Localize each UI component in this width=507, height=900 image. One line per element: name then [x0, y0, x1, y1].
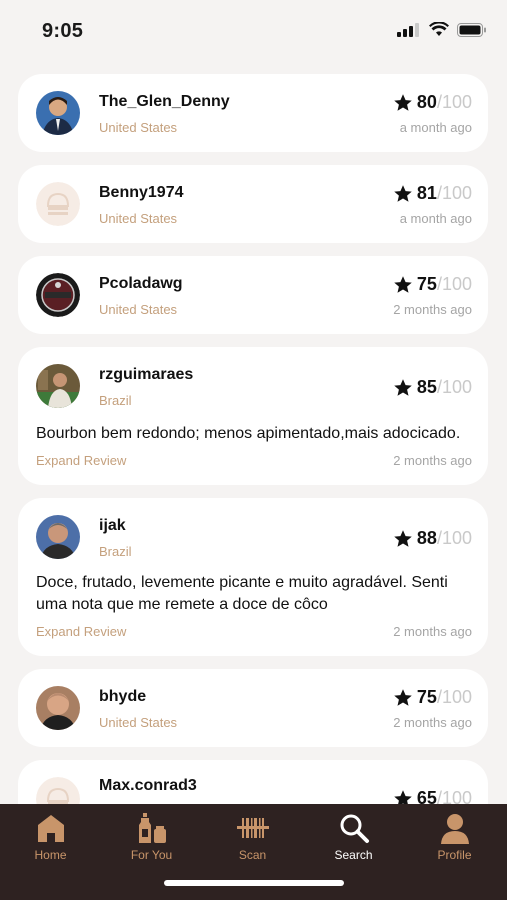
- avatar[interactable]: [36, 182, 80, 226]
- review-card[interactable]: bhyde United States 75/100 2 months ago: [18, 669, 488, 747]
- review-card[interactable]: ijak Brazil 88/100 Doce, frutado, leveme…: [18, 498, 488, 656]
- country: Brazil: [99, 393, 132, 408]
- tab-home[interactable]: Home: [0, 808, 101, 868]
- status-time: 9:05: [42, 20, 84, 42]
- score: 80/100: [393, 92, 472, 113]
- score-max: /100: [436, 377, 472, 397]
- username[interactable]: Pcoladawg: [99, 275, 183, 293]
- score: 81/100: [393, 183, 472, 204]
- score-value: 81: [416, 183, 437, 203]
- wifi-icon: [429, 22, 449, 36]
- avatar[interactable]: [36, 273, 80, 317]
- review-card[interactable]: Max.conrad3 65/100: [18, 760, 488, 804]
- score-max: /100: [436, 528, 472, 548]
- expand-review-link[interactable]: Expand Review: [36, 453, 126, 468]
- tab-bar: Home For You Scan Search Profile: [0, 804, 507, 900]
- star-icon: [394, 275, 412, 293]
- review-text: Doce, frutado, levemente picante e muito…: [36, 574, 448, 613]
- tab-label: For You: [130, 848, 173, 862]
- score-value: 75: [416, 274, 437, 294]
- score-value: 80: [416, 92, 437, 112]
- tab-label: Scan: [238, 848, 267, 862]
- for-you-icon: [138, 813, 166, 843]
- score-value: 75: [416, 687, 437, 707]
- avatar[interactable]: [36, 515, 80, 559]
- score-value: 65: [416, 788, 437, 804]
- tab-search[interactable]: Search: [303, 808, 404, 868]
- avatar[interactable]: [36, 91, 80, 135]
- timestamp: a month ago: [399, 120, 472, 135]
- search-icon: [340, 814, 369, 843]
- review-text: Bourbon bem redondo; menos apimentado,ma…: [36, 425, 461, 442]
- home-icon: [37, 815, 64, 842]
- timestamp: 2 months ago: [393, 624, 472, 639]
- expand-review-link[interactable]: Expand Review: [36, 624, 126, 639]
- username[interactable]: bhyde: [99, 688, 146, 706]
- score: 75/100: [393, 687, 472, 708]
- avatar[interactable]: [36, 777, 80, 804]
- tab-for-you[interactable]: For You: [101, 808, 202, 868]
- status-bar: 9:05: [0, 0, 507, 62]
- username[interactable]: ijak: [99, 517, 126, 535]
- review-feed[interactable]: The_Glen_Denny United States 80/100 a mo…: [0, 74, 507, 804]
- score-max: /100: [436, 183, 472, 203]
- timestamp: 2 months ago: [393, 453, 472, 468]
- profile-icon: [440, 814, 469, 844]
- score: 65/100: [393, 788, 472, 804]
- timestamp: 2 months ago: [393, 715, 472, 730]
- review-card[interactable]: Benny1974 United States 81/100 a month a…: [18, 165, 488, 243]
- battery-icon: [457, 22, 486, 37]
- star-icon: [394, 529, 412, 547]
- tab-profile[interactable]: Profile: [404, 808, 505, 868]
- star-icon: [394, 184, 412, 202]
- country: United States: [99, 211, 178, 226]
- score-max: /100: [436, 788, 472, 804]
- tab-scan[interactable]: Scan: [202, 808, 303, 868]
- score: 85/100: [393, 377, 472, 398]
- country: United States: [99, 715, 178, 730]
- star-icon: [394, 378, 412, 396]
- username[interactable]: The_Glen_Denny: [99, 93, 230, 111]
- score-max: /100: [436, 92, 472, 112]
- score: 75/100: [393, 274, 472, 295]
- tab-label: Search: [334, 848, 373, 862]
- tab-label: Home: [34, 848, 67, 862]
- timestamp: a month ago: [399, 211, 472, 226]
- star-icon: [394, 789, 412, 804]
- score-max: /100: [436, 274, 472, 294]
- review-card[interactable]: Pcoladawg United States 75/100 2 months …: [18, 256, 488, 334]
- avatar[interactable]: [36, 686, 80, 730]
- timestamp: 2 months ago: [393, 302, 472, 317]
- score-value: 85: [416, 377, 437, 397]
- username[interactable]: rzguimaraes: [99, 366, 193, 384]
- score-value: 88: [416, 528, 437, 548]
- country: United States: [99, 302, 178, 317]
- review-card[interactable]: rzguimaraes Brazil 85/100 Bourbon bem re…: [18, 347, 488, 485]
- username[interactable]: Max.conrad3: [99, 777, 197, 795]
- star-icon: [394, 93, 412, 111]
- username[interactable]: Benny1974: [99, 184, 184, 202]
- home-indicator: [164, 880, 344, 886]
- score: 88/100: [393, 528, 472, 549]
- avatar[interactable]: [36, 364, 80, 408]
- barcode-scan-icon: [236, 818, 269, 838]
- score-max: /100: [436, 687, 472, 707]
- review-card[interactable]: The_Glen_Denny United States 80/100 a mo…: [18, 74, 488, 152]
- country: Brazil: [99, 544, 132, 559]
- star-icon: [394, 688, 412, 706]
- cellular-signal-icon: [397, 22, 419, 37]
- tab-label: Profile: [437, 848, 472, 862]
- country: United States: [99, 120, 178, 135]
- status-icons: [397, 22, 487, 37]
